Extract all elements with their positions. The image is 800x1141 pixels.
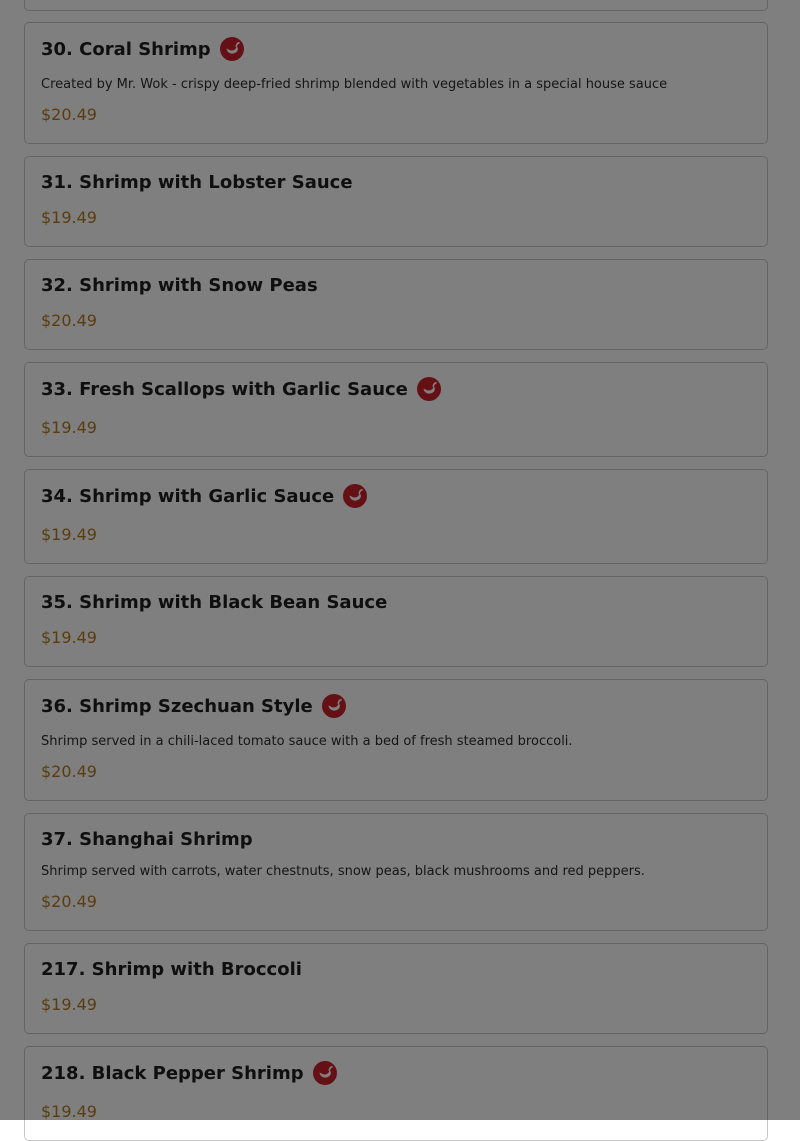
menu-item-description: Shrimp served with carrots, water chestn… <box>41 864 645 879</box>
menu-item-card[interactable]: 37. Shanghai Shrimp Shrimp served with c… <box>24 813 768 931</box>
menu-item-price: $19.49 <box>41 995 97 1014</box>
menu-item-name: 33. Fresh Scallops with Garlic Sauce <box>41 378 408 400</box>
menu-item-name: 36. Shrimp Szechuan Style <box>41 695 313 717</box>
menu-item-card-partial[interactable] <box>24 0 768 11</box>
menu-item-name: 37. Shanghai Shrimp <box>41 829 253 850</box>
menu-item-title: 33. Fresh Scallops with Garlic Sauce <box>41 377 441 401</box>
menu-item-price: $19.49 <box>41 1102 97 1121</box>
menu-item-price: $19.49 <box>41 628 97 647</box>
menu-item-price: $20.49 <box>41 311 97 330</box>
menu-item-card[interactable]: 217. Shrimp with Broccoli $19.49 <box>24 943 768 1034</box>
menu-item-price: $19.49 <box>41 208 97 227</box>
menu-item-card[interactable]: 218. Black Pepper Shrimp $19.49 <box>24 1046 768 1141</box>
menu-item-price: $20.49 <box>41 762 97 781</box>
menu-item-name: 31. Shrimp with Lobster Sauce <box>41 172 353 193</box>
menu-item-card[interactable]: 30. Coral Shrimp Created by Mr. Wok - cr… <box>24 22 768 144</box>
menu-item-title: 37. Shanghai Shrimp <box>41 829 253 850</box>
menu-item-card[interactable]: 34. Shrimp with Garlic Sauce $19.49 <box>24 469 768 564</box>
menu-item-price: $20.49 <box>41 892 97 911</box>
menu-item-card[interactable]: 32. Shrimp with Snow Peas $20.49 <box>24 259 768 350</box>
menu-item-price: $19.49 <box>41 525 97 544</box>
menu-item-name: 35. Shrimp with Black Bean Sauce <box>41 592 388 613</box>
menu-item-name: 32. Shrimp with Snow Peas <box>41 275 318 296</box>
menu-item-title: 217. Shrimp with Broccoli <box>41 959 302 980</box>
menu-item-card[interactable]: 33. Fresh Scallops with Garlic Sauce $19… <box>24 362 768 457</box>
menu-item-name: 34. Shrimp with Garlic Sauce <box>41 485 335 507</box>
menu-item-description: Created by Mr. Wok - crispy deep-fried s… <box>41 77 668 92</box>
chili-pepper-icon <box>219 37 244 61</box>
menu-item-name: 218. Black Pepper Shrimp <box>41 1062 304 1084</box>
menu-item-title: 36. Shrimp Szechuan Style <box>41 694 346 718</box>
menu-item-card[interactable]: 35. Shrimp with Black Bean Sauce $19.49 <box>24 576 768 667</box>
menu-item-title: 32. Shrimp with Snow Peas <box>41 275 318 296</box>
menu-item-title: 30. Coral Shrimp <box>41 37 244 61</box>
chili-pepper-icon <box>416 377 441 401</box>
menu-item-title: 31. Shrimp with Lobster Sauce <box>41 172 353 193</box>
menu-item-card[interactable]: 36. Shrimp Szechuan Style Shrimp served … <box>24 679 768 801</box>
menu-item-description: Shrimp served in a chili-laced tomato sa… <box>41 734 573 749</box>
menu-item-name: 30. Coral Shrimp <box>41 38 211 60</box>
menu-item-title: 35. Shrimp with Black Bean Sauce <box>41 592 387 613</box>
menu-item-card[interactable]: 31. Shrimp with Lobster Sauce $19.49 <box>24 156 768 247</box>
chili-pepper-icon <box>321 694 346 718</box>
menu-item-name: 217. Shrimp with Broccoli <box>41 959 302 980</box>
menu-item-price: $20.49 <box>41 105 97 124</box>
chili-pepper-icon <box>343 484 368 508</box>
menu-item-title: 34. Shrimp with Garlic Sauce <box>41 484 368 508</box>
chili-pepper-icon <box>312 1061 337 1085</box>
menu-item-price: $19.49 <box>41 418 97 437</box>
menu-item-title: 218. Black Pepper Shrimp <box>41 1061 337 1085</box>
